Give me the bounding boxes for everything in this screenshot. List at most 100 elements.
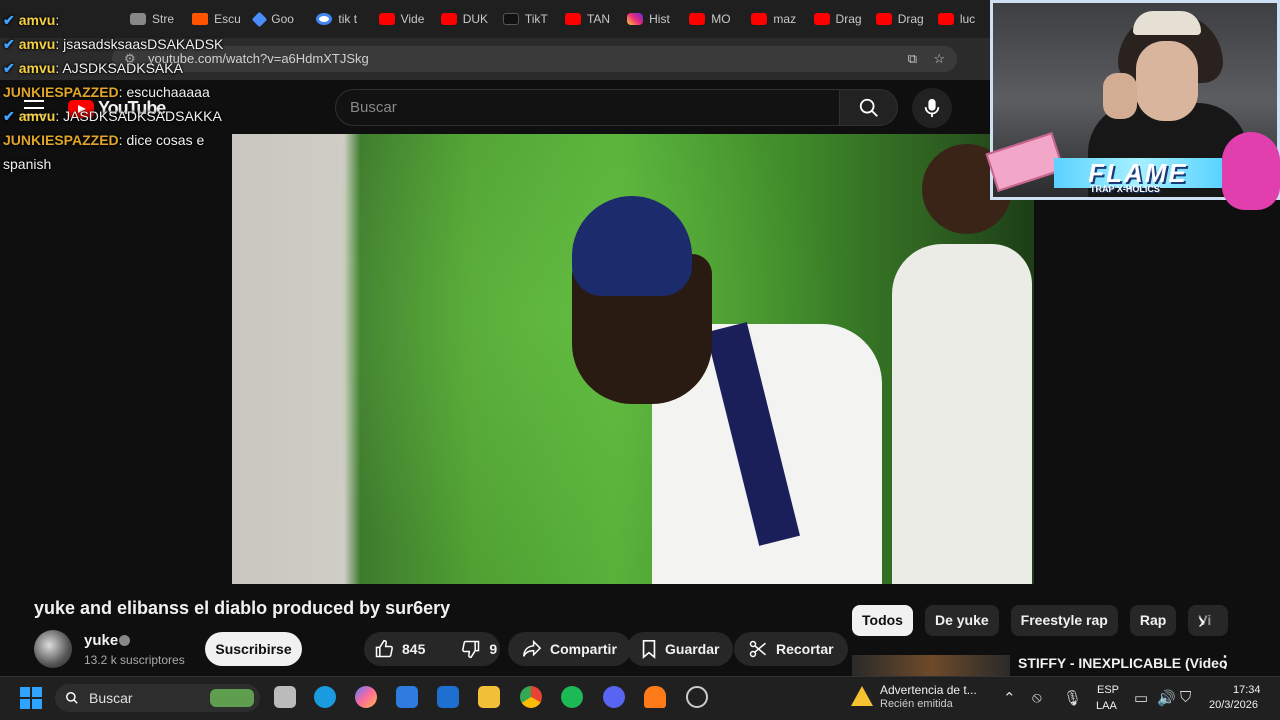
notifications-off-icon[interactable]: ⦸ <box>1032 689 1042 706</box>
tab-label: MO <box>711 12 731 26</box>
tab-label: TAN <box>586 12 611 26</box>
edge-icon[interactable] <box>314 686 336 708</box>
recommendation-thumbnail[interactable] <box>852 655 1010 677</box>
subscribe-button[interactable]: Suscribirse <box>205 632 302 666</box>
channel-avatar[interactable] <box>34 630 72 668</box>
money-sticker-icon <box>985 132 1065 192</box>
chat-username: amvu <box>18 12 56 28</box>
obs-icon[interactable] <box>686 686 708 708</box>
tab-label: Hist <box>649 12 670 26</box>
chat-message: JUNKIESPAZZED: escuchaaaaa <box>3 84 210 100</box>
voice-search-button[interactable] <box>912 88 952 128</box>
chip-from-channel[interactable]: De yuke <box>924 605 999 636</box>
tab-label: DUK <box>462 12 489 26</box>
chat-username: amvu <box>18 36 56 52</box>
tab[interactable]: Hist <box>617 0 679 38</box>
youtube-icon <box>564 13 581 25</box>
stream-chat-overlay: ✔ amvu: ✔ amvu: jsasadsksaasDSAKADSK ✔ amvu… <box>0 8 330 176</box>
youtube-icon <box>937 13 954 25</box>
discord-icon[interactable] <box>603 686 625 708</box>
taskbar-search[interactable]: Buscar <box>55 684 260 712</box>
notification-title[interactable]: Advertencia de t... <box>880 683 977 697</box>
search-input[interactable]: Buscar <box>335 89 840 126</box>
chrome-icon[interactable] <box>520 686 542 708</box>
dislike-count: 9 <box>489 641 498 657</box>
save-button[interactable]: Guardar <box>627 632 734 666</box>
tab-label: tik t <box>338 12 358 26</box>
search-placeholder: Buscar <box>350 99 397 116</box>
chat-text: escuchaaaaa <box>126 84 210 100</box>
like-dislike-group: 845 9 <box>364 632 500 666</box>
volume-icon[interactable]: 🔊 <box>1157 689 1176 707</box>
task-view-icon[interactable] <box>274 686 296 708</box>
video-title: yuke and elibanss el diablo produced by … <box>34 598 451 618</box>
warning-icon <box>851 686 873 706</box>
recommendation-title[interactable]: STIFFY - INEXPLICABLE (Video <box>1018 655 1228 671</box>
chat-text: jsasadsksaasDSAKADSK <box>63 36 224 52</box>
chip-rap[interactable]: Rap <box>1129 605 1177 636</box>
youtube-icon <box>813 13 830 25</box>
tab[interactable]: TikT <box>493 0 555 38</box>
more-options-icon[interactable]: ⋮ <box>1217 652 1233 672</box>
clip-button[interactable]: Recortar <box>734 632 848 666</box>
tab[interactable]: DUK <box>431 0 493 38</box>
soundcloud-icon[interactable] <box>644 686 666 708</box>
chat-text: JASDKSADKSADSAKKA <box>63 108 222 124</box>
network-icon[interactable]: ⛉ <box>1180 689 1191 706</box>
chevron-right-icon[interactable]: › <box>1198 610 1218 632</box>
youtube-icon <box>689 13 706 25</box>
chevron-up-icon[interactable]: ⌃ <box>1003 689 1016 707</box>
windows-start-icon[interactable] <box>20 687 42 709</box>
youtube-icon <box>378 13 395 25</box>
taskbar-search-label: Buscar <box>89 690 133 706</box>
stream-banner: FLAME TRAP X-HOLICS <box>985 132 1280 210</box>
microphone-icon[interactable]: 🎙 <box>1063 689 1082 707</box>
clip-label: Recortar <box>776 641 834 657</box>
thumbs-down-icon <box>462 640 480 659</box>
tab[interactable]: luc <box>928 0 990 38</box>
search-icon <box>66 692 78 704</box>
spotify-icon[interactable] <box>561 686 583 708</box>
tab-label: Drag <box>835 12 862 26</box>
moderator-badge-icon: ✔ <box>3 60 15 76</box>
chat-message: JUNKIESPAZZED: dice cosas e spanish <box>3 132 205 172</box>
bookmark-star-icon[interactable]: ☆ <box>933 46 945 72</box>
bookmark-icon <box>642 640 656 659</box>
dislike-button[interactable]: 9 <box>451 632 507 666</box>
scissors-icon <box>749 640 766 658</box>
search-button[interactable] <box>839 89 898 126</box>
tab-label: Drag <box>897 12 924 26</box>
install-app-icon[interactable]: ⧉ <box>908 46 917 72</box>
outlook-icon[interactable] <box>437 686 459 708</box>
tab[interactable]: Drag <box>804 0 866 38</box>
clock-time[interactable]: 17:34 <box>1233 684 1261 696</box>
like-button[interactable]: 845 <box>364 632 435 666</box>
chat-message: ✔ amvu: jsasadsksaasDSAKADSK <box>3 36 224 52</box>
chat-username: JUNKIESPAZZED <box>3 84 119 100</box>
store-icon[interactable] <box>396 686 418 708</box>
tab[interactable]: MO <box>679 0 741 38</box>
share-button[interactable]: Compartir <box>508 632 631 666</box>
copilot-icon[interactable] <box>355 686 377 708</box>
pink-character-sticker-icon <box>1222 132 1280 210</box>
recommendation-chips: Todos De yuke Freestyle rap Rap Vi <box>852 605 1229 637</box>
tab[interactable]: Vide <box>369 0 431 38</box>
tab[interactable]: TAN <box>555 0 617 38</box>
webcam-figure <box>1133 11 1201 35</box>
channel-name[interactable]: yuke <box>84 632 118 649</box>
tab[interactable]: Drag <box>866 0 928 38</box>
notification-subtitle: Recién emitida <box>880 698 953 710</box>
display-icon[interactable]: ▭ <box>1134 689 1148 707</box>
video-player[interactable] <box>232 134 1034 584</box>
thumbs-up-icon <box>375 639 393 658</box>
keyboard-language[interactable]: ESP <box>1097 684 1119 696</box>
video-frame-figure <box>892 244 1032 584</box>
tab[interactable]: maz <box>741 0 803 38</box>
file-explorer-icon[interactable] <box>478 686 500 708</box>
instagram-icon <box>627 13 644 25</box>
webcam-figure <box>1103 73 1137 119</box>
chip-freestyle-rap[interactable]: Freestyle rap <box>1010 605 1118 636</box>
chip-all[interactable]: Todos <box>852 605 913 636</box>
tab-label: luc <box>959 12 976 26</box>
youtube-icon <box>440 13 457 25</box>
